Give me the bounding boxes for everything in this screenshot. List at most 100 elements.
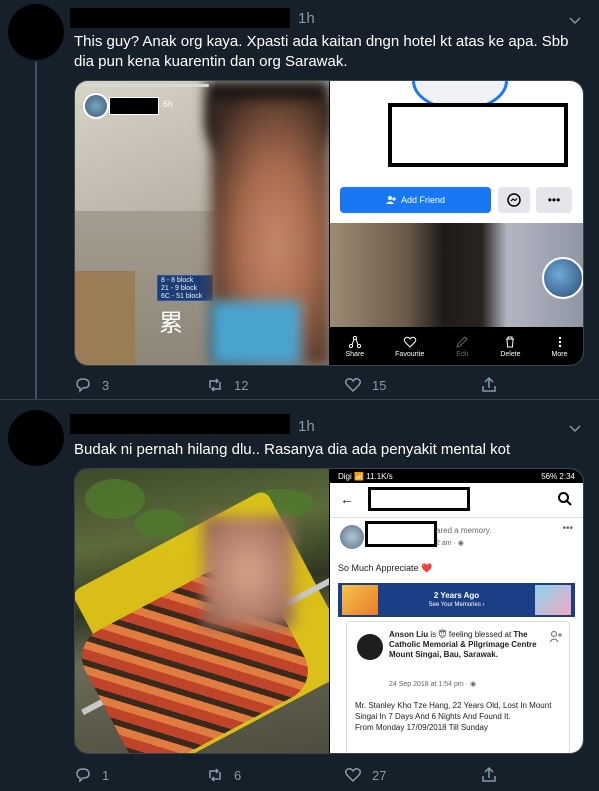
redacted-header-name — [368, 487, 470, 511]
memory-art-right — [535, 585, 571, 615]
story-age: 6h — [163, 99, 174, 109]
like-count: 27 — [372, 767, 387, 783]
like-count: 15 — [372, 377, 387, 393]
card-heading: Anson Liu is 😇 feeling blessed at The Ca… — [389, 630, 561, 660]
reply-icon — [76, 768, 90, 783]
share-button[interactable] — [480, 376, 508, 394]
memory-art-left — [342, 585, 378, 615]
card-author: Anson Liu — [389, 630, 429, 639]
like-icon — [344, 768, 362, 783]
reply-icon — [76, 378, 90, 393]
post-avatar — [340, 525, 364, 549]
like-icon — [344, 378, 362, 393]
photo-action-bar: Share Favourite Edit Delete More — [330, 327, 583, 365]
retweet-icon — [209, 768, 221, 782]
rescue-photo[interactable] — [75, 469, 329, 753]
foliage — [85, 479, 145, 519]
door — [75, 271, 135, 365]
tweet-2[interactable]: 1h Budak ni pernah hilang dlu.. Rasanya … — [0, 400, 599, 791]
retweet-count: 12 — [234, 377, 249, 393]
messenger-button — [498, 187, 530, 213]
post-time: 2 am · ◉ — [436, 540, 464, 547]
direction-sign: 8 - 8 block 21 - 9 block 6C - 51 block — [157, 275, 213, 301]
pencil-icon — [456, 335, 469, 348]
heart-icon — [403, 336, 417, 348]
reply-button[interactable]: 1 — [74, 766, 109, 784]
bar-delete: Delete — [500, 335, 521, 358]
story-avatar — [83, 93, 109, 119]
photo-avatar — [542, 257, 583, 299]
fb-header: ← — [330, 483, 583, 518]
share-icon — [482, 766, 496, 782]
add-friend-icon — [385, 196, 396, 204]
story-photo[interactable]: 8 - 8 block 21 - 9 block 6C - 51 block 累 6… — [75, 81, 329, 365]
bar-favourite-label: Favourite — [395, 350, 425, 358]
like-button[interactable]: 15 — [344, 376, 386, 394]
post-header: ared a memory. 2 am · ◉ ••• — [330, 521, 583, 555]
vertical-dots-icon — [558, 336, 561, 347]
tweet-time[interactable]: 1h — [298, 418, 315, 435]
card-date: 24 Sep 2018 at 1:54 pm · ◉ — [389, 681, 477, 688]
bar-edit: Edit — [455, 335, 469, 358]
retweet-button[interactable]: 12 — [206, 376, 248, 394]
share-button[interactable] — [480, 766, 508, 784]
trash-icon — [506, 336, 515, 347]
chevron-down-icon[interactable] — [569, 422, 581, 434]
retweet-icon — [209, 378, 221, 392]
bar-share: Share — [345, 335, 364, 358]
blurred-face — [203, 517, 293, 627]
search-icon — [558, 492, 572, 506]
face-mask — [211, 301, 301, 365]
status-left: Digi 📶 11.1K/s — [338, 471, 393, 481]
foliage — [135, 509, 185, 537]
avatar[interactable] — [8, 4, 64, 60]
shared-post-card: Anson Liu is 😇 feeling blessed at The Ca… — [346, 621, 570, 753]
status-right: 56% 2:34 — [541, 471, 575, 481]
add-friend-button: Add Friend — [340, 187, 491, 213]
reply-count: 1 — [102, 767, 110, 783]
bar-share-label: Share — [345, 350, 365, 358]
like-button[interactable]: 27 — [344, 766, 386, 784]
tweet-actions: 3 12 15 — [74, 376, 496, 398]
tweet-1[interactable]: 1h This guy? Anak org kaya. Xpasti ada k… — [0, 0, 599, 400]
tweet-text: This guy? Anak org kaya. Xpasti ada kait… — [74, 33, 569, 70]
post-caption: So Much Appreciate ❤️ — [338, 563, 433, 573]
card-action: is 😇 feeling blessed at — [428, 630, 514, 639]
messenger-icon — [507, 193, 521, 207]
bar-more: More — [552, 335, 567, 358]
thread-line — [35, 62, 37, 400]
avatar[interactable] — [8, 410, 64, 466]
retweet-button[interactable]: 6 — [206, 766, 241, 784]
redacted-profile-name — [388, 103, 568, 167]
tweet-actions: 1 6 27 — [74, 766, 496, 788]
facebook-memory-screenshot[interactable]: Digi 📶 11.1K/s 56% 2:34 ← ared a memory.… — [330, 469, 583, 753]
share-nodes-icon — [348, 335, 361, 348]
tweet-time[interactable]: 1h — [298, 10, 315, 27]
redacted-post-name — [365, 521, 437, 547]
back-arrow-icon: ← — [340, 491, 354, 507]
tweet-text: Budak ni pernah hilang dlu.. Rasanya dia… — [74, 441, 511, 458]
bar-delete-label: Delete — [500, 350, 521, 358]
memory-banner: 2 Years Ago See Your Memories › — [338, 583, 575, 617]
bar-edit-label: Edit — [456, 350, 469, 358]
card-avatar — [357, 634, 383, 660]
phone-status-bar: Digi 📶 11.1K/s 56% 2:34 — [330, 469, 583, 483]
reply-count: 3 — [102, 377, 110, 393]
bar-favourite: Favourite — [395, 335, 424, 358]
redacted-username[interactable] — [70, 8, 290, 28]
add-friend-icon — [549, 631, 562, 643]
retweet-count: 6 — [234, 767, 242, 783]
add-friend-label: Add Friend — [400, 195, 446, 205]
story-progress-bar — [83, 84, 209, 87]
tweet-media[interactable]: 8 - 8 block 21 - 9 block 6C - 51 block 累 6… — [74, 80, 584, 366]
card-body: Mr. Stanley Kho Tze Hang, 22 Years Old, … — [355, 701, 552, 732]
shared-memory-text: ared a memory. — [436, 526, 492, 535]
facebook-profile-screenshot[interactable]: Add Friend ••• Share Favourite Edit Dele… — [330, 81, 583, 365]
overlay-character: 累 — [159, 309, 183, 337]
reply-button[interactable]: 3 — [74, 376, 109, 394]
tweet-media[interactable]: Digi 📶 11.1K/s 56% 2:34 ← ared a memory.… — [74, 468, 584, 754]
chevron-down-icon[interactable] — [569, 14, 581, 26]
redacted-story-name — [109, 97, 159, 115]
post-menu-icon: ••• — [562, 523, 573, 534]
redacted-username[interactable] — [70, 414, 290, 434]
